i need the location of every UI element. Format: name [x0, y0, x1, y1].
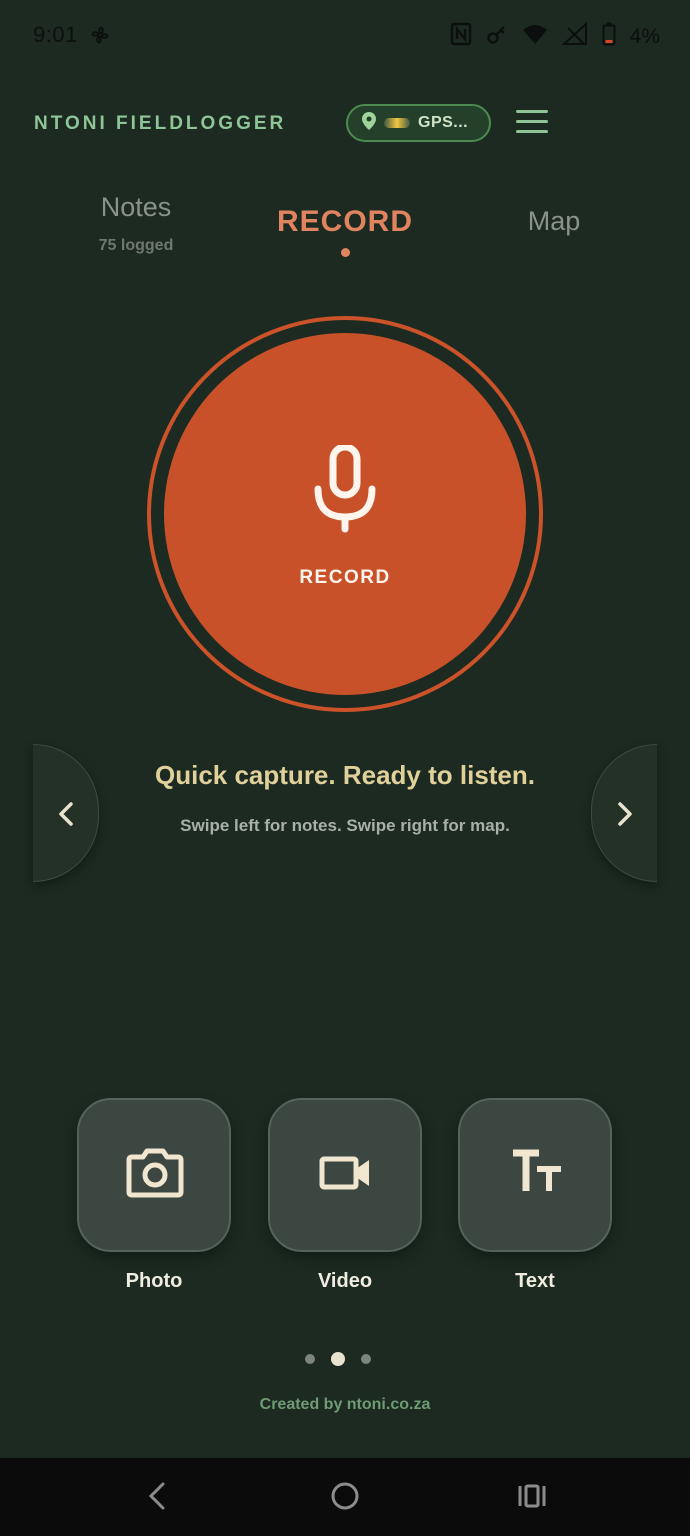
tab-map-label: Map — [527, 206, 581, 236]
swipe-left-button[interactable] — [33, 744, 99, 882]
hamburger-icon-line — [516, 120, 548, 123]
text-button[interactable] — [458, 1098, 612, 1252]
tab-notes[interactable]: Notes 75 logged — [70, 192, 202, 255]
chevron-left-icon — [59, 802, 73, 826]
video-label: Video — [317, 1270, 373, 1292]
page-indicator — [305, 1352, 371, 1366]
recents-icon — [518, 1484, 546, 1508]
capture-headline: Quick capture. Ready to listen. — [155, 760, 535, 790]
tab-record-label: RECORD — [276, 205, 413, 238]
fan-icon — [88, 23, 112, 52]
active-tab-indicator — [340, 248, 350, 257]
tab-map[interactable]: Map — [500, 206, 608, 237]
gps-status-pill[interactable]: GPS... — [346, 104, 491, 142]
photo-button[interactable] — [77, 1098, 231, 1252]
app-header: NTONI FIELDLOGGER GPS... — [0, 100, 690, 150]
key-icon — [486, 23, 508, 50]
nav-back-button[interactable] — [146, 1480, 168, 1517]
capture-hint: Swipe left for notes. Swipe right for ma… — [180, 816, 510, 835]
record-button[interactable]: RECORD — [164, 333, 526, 695]
signal-icon — [561, 21, 588, 51]
page-dot[interactable] — [305, 1354, 315, 1364]
location-pin-icon — [362, 111, 376, 135]
text-icon — [513, 1149, 561, 1191]
tab-record[interactable]: RECORD — [260, 205, 430, 257]
credit-link[interactable]: Created by ntoni.co.za — [0, 1396, 690, 1414]
photo-label: Photo — [125, 1270, 183, 1292]
wifi-icon — [522, 23, 548, 50]
chevron-right-icon — [618, 802, 632, 826]
system-nav-bar — [0, 1458, 690, 1536]
battery-icon — [602, 22, 616, 51]
text-label: Text — [515, 1270, 555, 1292]
app-title: NTONI FIELDLOGGER — [34, 113, 287, 134]
status-time: 9:01 — [33, 22, 78, 47]
home-icon — [331, 1482, 359, 1510]
back-icon — [148, 1482, 165, 1510]
nav-recents-button[interactable] — [516, 1480, 548, 1517]
status-bar: 9:01 4% — [0, 0, 690, 70]
page-dot-active[interactable] — [331, 1352, 345, 1366]
status-icons: 4% — [450, 21, 660, 51]
menu-button[interactable] — [516, 110, 548, 136]
gps-label: GPS... — [418, 114, 469, 131]
nav-home-button[interactable] — [330, 1480, 360, 1517]
nfc-icon — [450, 22, 472, 51]
page-dot[interactable] — [361, 1354, 371, 1364]
microphone-icon — [314, 443, 376, 538]
camera-icon — [126, 1148, 184, 1198]
hamburger-icon-line — [516, 110, 548, 113]
video-camera-icon — [319, 1156, 369, 1190]
battery-percent: 4% — [629, 24, 660, 48]
video-button[interactable] — [268, 1098, 422, 1252]
gps-signal-indicator — [384, 118, 410, 128]
record-button-label: RECORD — [299, 567, 391, 588]
notes-count: 75 logged — [98, 237, 174, 254]
swipe-right-button[interactable] — [591, 744, 657, 882]
hamburger-icon-line — [516, 130, 548, 133]
tab-notes-label: Notes — [100, 192, 172, 222]
